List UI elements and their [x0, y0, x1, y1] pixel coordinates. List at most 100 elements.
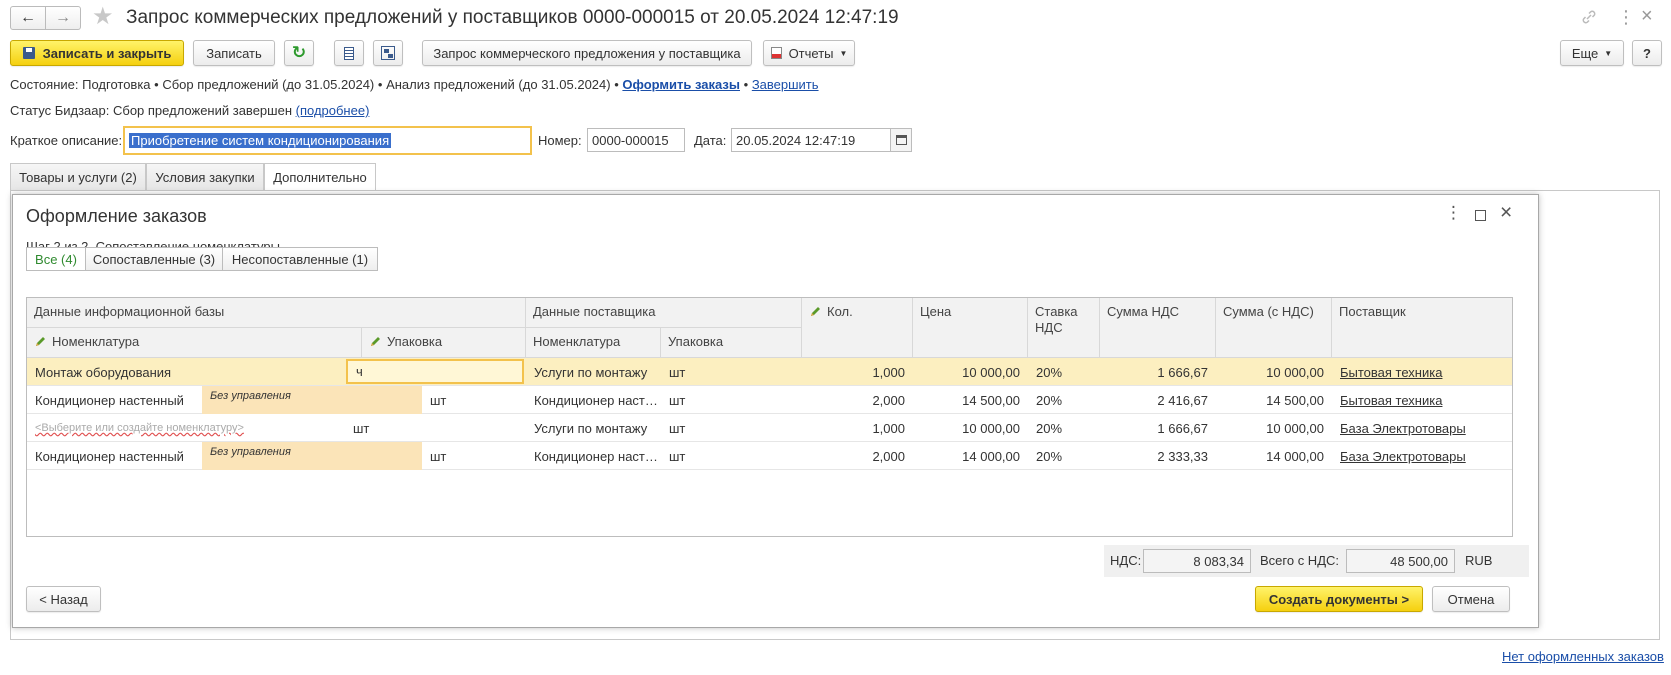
vat-total-value: 8 083,34 — [1193, 553, 1244, 569]
nav-back-button[interactable]: ← — [10, 6, 46, 30]
number-input[interactable]: 0000-000015 — [587, 128, 685, 152]
nav-forward-button[interactable]: → — [45, 6, 81, 30]
table-row[interactable]: Монтаж оборудования ч Услуги по монтажу … — [27, 358, 1512, 386]
dialog-maximize-icon[interactable] — [1475, 210, 1486, 221]
back-button[interactable]: < Назад — [26, 586, 101, 612]
grand-total-label: Всего с НДС: — [1260, 553, 1340, 568]
cancel-button[interactable]: Отмена — [1432, 586, 1510, 612]
cell-nomenclature[interactable]: Монтаж оборудования — [27, 358, 362, 386]
window-close-icon[interactable]: × — [1641, 4, 1653, 28]
cell-package[interactable]: шт — [422, 442, 526, 470]
table-row[interactable]: Кондиционер настенный Без управления шт … — [27, 442, 1512, 470]
header-supplier[interactable]: Поставщик — [1332, 298, 1512, 358]
header-package[interactable]: Упаковка — [362, 328, 526, 358]
cell-sup-nomenclature: Услуги по монтажу — [534, 420, 648, 436]
create-documents-button[interactable]: Создать документы > — [1255, 586, 1423, 612]
structure-button[interactable] — [373, 40, 403, 66]
header-vat-rate[interactable]: Ставка НДС — [1028, 298, 1100, 358]
dialog-menu-icon[interactable]: ⋮ — [1445, 203, 1462, 223]
number-label: Номер: — [538, 133, 582, 148]
calendar-icon — [895, 135, 907, 145]
filter-unmatched[interactable]: Несопоставленные (1) — [222, 247, 378, 271]
tab-additional[interactable]: Дополнительно — [264, 163, 376, 191]
request-offer-label: Запрос коммерческого предложения у поста… — [433, 45, 741, 61]
pencil-icon — [34, 335, 47, 352]
more-button[interactable]: Еще ▼ — [1560, 40, 1624, 66]
link-icon[interactable] — [1580, 8, 1598, 26]
cell-supplier-link[interactable]: База Электротовары — [1332, 414, 1512, 442]
make-orders-link[interactable]: Оформить заказы — [622, 77, 740, 92]
arrow-left-icon: ← — [20, 9, 36, 26]
cell-package[interactable]: шт — [345, 414, 526, 442]
vat-total-label: НДС: — [1110, 553, 1142, 568]
cell-vat-sum: 1 666,67 — [1157, 420, 1208, 436]
refresh-button[interactable]: ↻ — [284, 40, 314, 66]
header-sup-package[interactable]: Упаковка — [661, 328, 802, 358]
cell-nomenclature[interactable]: Кондиционер настенный — [27, 386, 202, 414]
header-sum-with-vat[interactable]: Сумма (с НДС) — [1216, 298, 1332, 358]
header-qty[interactable]: Кол. — [802, 298, 913, 358]
cell-package[interactable]: ч — [346, 359, 524, 384]
orders-table[interactable]: Данные информационной базы Данные постав… — [26, 297, 1513, 537]
filter-matched[interactable]: Сопоставленные (3) — [85, 247, 223, 271]
calendar-button[interactable] — [890, 128, 912, 152]
finish-link[interactable]: Завершить — [752, 77, 819, 92]
cell-qty[interactable]: 1,000 — [802, 414, 913, 442]
cell-sum-with-vat: 14 500,00 — [1266, 392, 1324, 408]
date-input[interactable]: 20.05.2024 12:47:19 — [731, 128, 891, 152]
status-step-2: Сбор предложений (до 31.05.2024) — [162, 77, 375, 92]
cell-sup-package: шт — [669, 392, 686, 408]
characteristic-tag[interactable]: Без управления — [202, 386, 422, 414]
cell-nomenclature-placeholder[interactable]: <Выберите или создайте номенклатуру> — [27, 414, 337, 442]
header-sup-nomenclature[interactable]: Номенклатура — [526, 328, 661, 358]
cell-qty[interactable]: 1,000 — [802, 358, 913, 386]
cell-qty[interactable]: 2,000 — [802, 442, 913, 470]
save-label: Записать — [206, 45, 262, 61]
save-and-close-button[interactable]: Записать и закрыть — [10, 40, 184, 66]
favorite-star-icon[interactable]: ★ — [92, 3, 114, 31]
document-button[interactable] — [334, 40, 364, 66]
header-supplier-data: Данные поставщика — [526, 298, 802, 328]
pencil-icon — [369, 335, 382, 352]
report-icon — [770, 47, 782, 59]
tab-purchase-terms[interactable]: Условия закупки — [146, 163, 264, 190]
tab-additional-label: Дополнительно — [273, 170, 367, 185]
tab-purchase-terms-label: Условия закупки — [155, 169, 255, 185]
arrow-right-icon: → — [55, 9, 71, 26]
dialog-close-icon[interactable]: × — [1500, 201, 1512, 225]
tab-goods-services[interactable]: Товары и услуги (2) — [10, 163, 146, 190]
date-label: Дата: — [694, 133, 727, 148]
cell-package[interactable]: шт — [422, 386, 526, 414]
orders-dialog: Оформление заказов ⋮ × Шаг 2 из 2. Сопос… — [12, 194, 1539, 628]
status-step-3: Анализ предложений (до 31.05.2024) — [386, 77, 611, 92]
cell-vat-rate: 20% — [1036, 364, 1063, 380]
bidzaar-label: Статус Бидзаар: — [10, 103, 110, 118]
reports-button[interactable]: Отчеты ▼ — [763, 40, 855, 66]
header-vat-sum[interactable]: Сумма НДС — [1100, 298, 1216, 358]
cell-supplier-link[interactable]: База Электротовары — [1332, 442, 1512, 470]
status-label: Состояние: — [10, 77, 79, 92]
no-orders-link[interactable]: Нет оформленных заказов — [1502, 649, 1664, 665]
cell-supplier-link[interactable]: Бытовая техника — [1332, 386, 1512, 414]
request-offer-button[interactable]: Запрос коммерческого предложения у поста… — [422, 40, 752, 66]
filter-all[interactable]: Все (4) — [26, 247, 86, 271]
header-price[interactable]: Цена — [913, 298, 1028, 358]
bidzaar-status: Статус Бидзаар: Сбор предложений заверше… — [10, 102, 369, 120]
characteristic-tag[interactable]: Без управления — [202, 442, 422, 470]
help-button[interactable]: ? — [1632, 40, 1662, 66]
description-input[interactable]: Приобретение систем кондиционирования — [123, 126, 532, 155]
bidzaar-more-link[interactable]: (подробнее) — [296, 103, 370, 118]
status-line: Состояние: Подготовка • Сбор предложений… — [10, 77, 819, 92]
cell-supplier-link[interactable]: Бытовая техника — [1332, 358, 1512, 386]
table-row[interactable]: <Выберите или создайте номенклатуру> шт … — [27, 414, 1512, 442]
save-button[interactable]: Записать — [193, 40, 275, 66]
window-menu-icon[interactable]: ⋮ — [1617, 6, 1635, 28]
cell-sup-nomenclature: Кондиционер наст… — [534, 392, 658, 408]
bidzaar-value: Сбор предложений завершен — [112, 103, 292, 118]
more-label: Еще — [1571, 45, 1599, 61]
dropdown-arrow-icon: ▼ — [1604, 48, 1613, 58]
header-nomenclature[interactable]: Номенклатура — [27, 328, 362, 358]
cell-nomenclature[interactable]: Кондиционер настенный — [27, 442, 202, 470]
cell-qty[interactable]: 2,000 — [802, 386, 913, 414]
table-row[interactable]: Кондиционер настенный Без управления шт … — [27, 386, 1512, 414]
